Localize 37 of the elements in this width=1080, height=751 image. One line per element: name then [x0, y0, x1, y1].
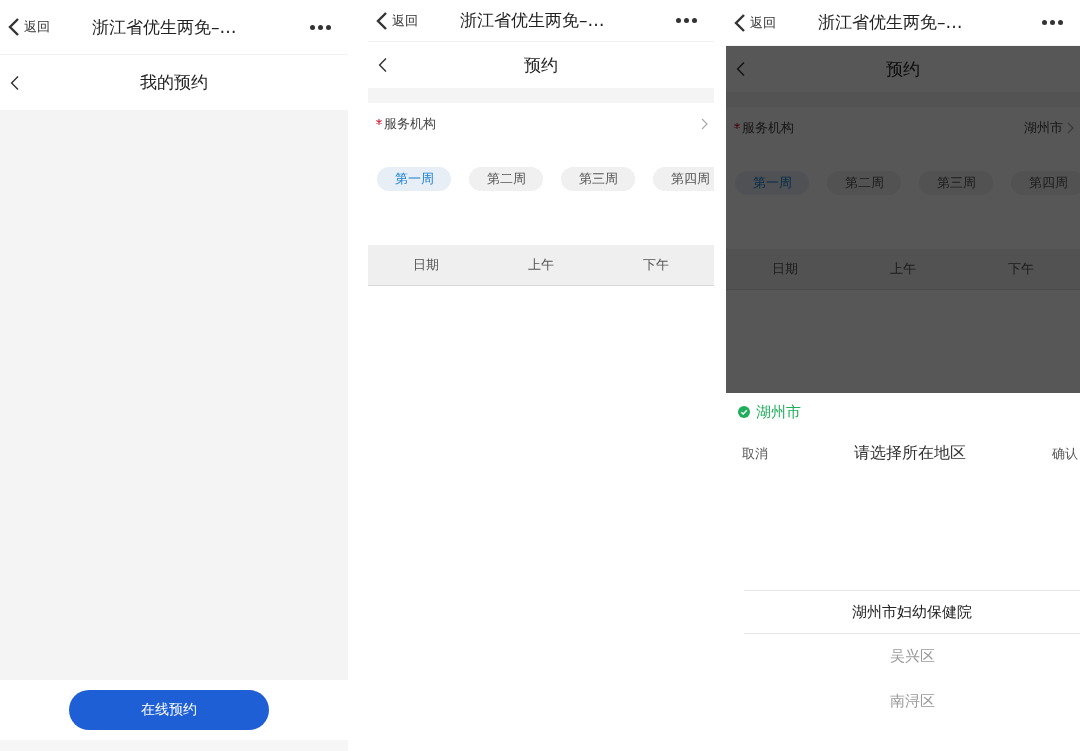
column-header: 日期: [411, 256, 440, 274]
window-title: 浙江省优生两免–…: [92, 15, 238, 39]
chevron-right-icon: [701, 118, 708, 130]
back-button[interactable]: [10, 74, 20, 91]
back-link[interactable]: 返回: [8, 17, 88, 37]
cancel-button[interactable]: 取消: [742, 444, 768, 463]
back-chevron-icon: [376, 10, 388, 31]
back-chevron-icon: [734, 12, 746, 33]
back-button[interactable]: [378, 57, 388, 73]
page-title: 预约: [886, 57, 920, 81]
week-tab[interactable]: 第一周: [377, 167, 451, 191]
column-header: 下午: [642, 256, 671, 274]
page-title: 预约: [524, 53, 558, 77]
check-circle-icon: [738, 406, 750, 418]
back-link[interactable]: 返回: [734, 12, 814, 33]
picker-title: 请选择所在地区: [854, 443, 966, 464]
back-chevron-icon: [10, 74, 20, 91]
field-label: 服务机构: [376, 115, 701, 133]
field-label: 服务机构: [734, 119, 1024, 137]
picker-option[interactable]: 湖州市妇幼保健院: [744, 590, 1080, 634]
confirm-button[interactable]: 确认: [1052, 444, 1078, 463]
chevron-right-icon: [1067, 122, 1074, 134]
window-title: 浙江省优生两免–…: [460, 9, 606, 32]
current-location: 湖州市: [756, 402, 801, 422]
page-title: 我的预约: [140, 71, 208, 94]
field-value: 湖州市: [1024, 119, 1063, 137]
window-title: 浙江省优生两免–…: [818, 11, 964, 34]
back-chevron-icon: [8, 17, 20, 37]
book-online-button[interactable]: 在线预约: [69, 690, 269, 730]
back-link[interactable]: 返回: [376, 10, 456, 31]
week-tab[interactable]: 第二周: [469, 167, 543, 191]
week-tab[interactable]: 第三周: [561, 167, 635, 191]
service-institution-row[interactable]: 服务机构: [368, 103, 714, 145]
back-chevron-icon: [736, 61, 746, 77]
week-tab[interactable]: 第四周: [653, 167, 714, 191]
column-header: 上午: [527, 256, 555, 274]
back-chevron-icon: [378, 57, 388, 73]
